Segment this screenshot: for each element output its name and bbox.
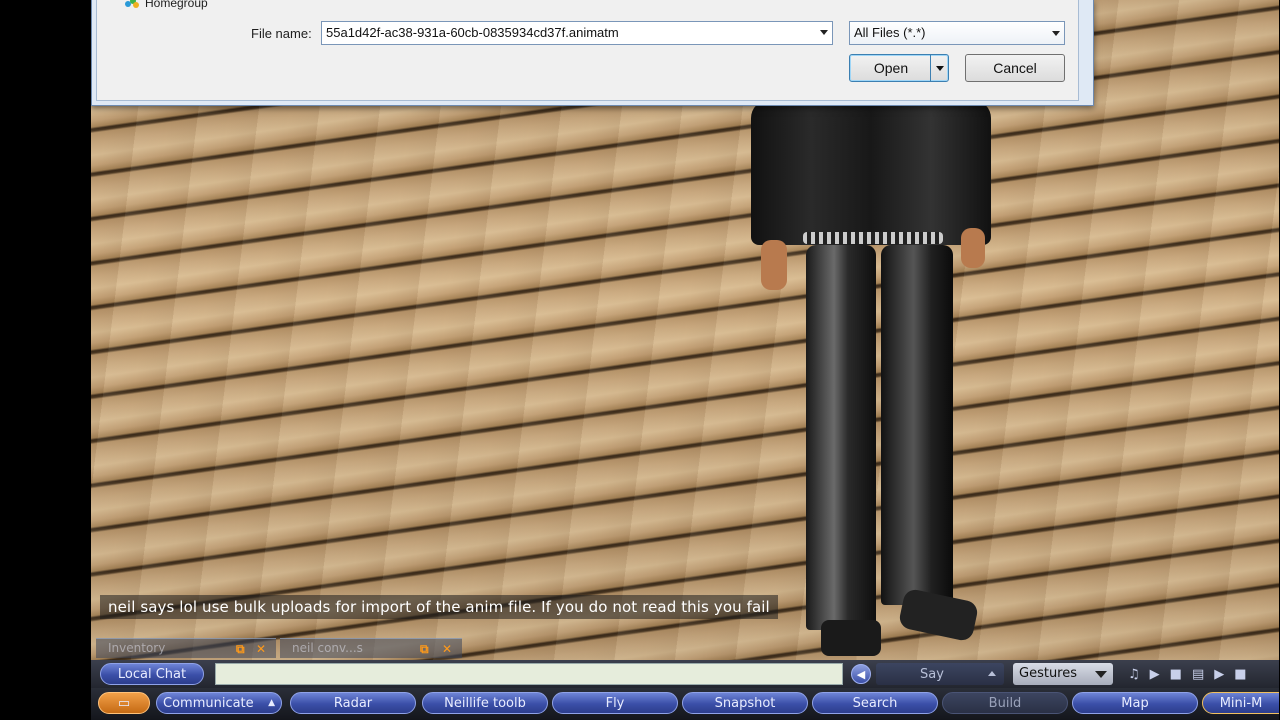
cancel-button[interactable]: Cancel	[965, 54, 1065, 82]
dialog-body: Homegroup File name: 55a1d42f-ac38-931a-…	[96, 0, 1079, 101]
history-arrow-icon[interactable]: ◀	[851, 664, 871, 684]
file-type-value: All Files (*.*)	[854, 25, 926, 40]
avatar-left-leg	[806, 245, 876, 630]
media-controls: ♫ ▶ ■ ▤ ▶ ■	[1128, 662, 1247, 686]
radar-button[interactable]: Radar	[290, 692, 416, 714]
file-type-select[interactable]: All Files (*.*)	[849, 21, 1065, 45]
restore-icon[interactable]: ⧉	[420, 642, 429, 657]
nav-item-homegroup[interactable]: Homegroup	[125, 0, 208, 10]
avatar-jacket	[751, 100, 991, 245]
gestures-dropdown[interactable]: Gestures	[1013, 663, 1113, 685]
search-button[interactable]: Search	[812, 692, 938, 714]
gestures-label: Gestures	[1019, 666, 1078, 681]
avatar-belt	[803, 232, 943, 244]
chevron-down-icon	[935, 65, 944, 71]
open-split-dropdown[interactable]	[930, 55, 948, 81]
chevron-down-icon[interactable]	[820, 30, 828, 35]
chat-bubble-icon: ▭	[117, 695, 131, 711]
communicate-label: Communicate	[163, 695, 254, 711]
communicate-button[interactable]: Communicate ▲	[156, 692, 282, 714]
avatar-left-shoe	[821, 620, 881, 656]
close-icon[interactable]: ✕	[442, 642, 452, 656]
map-button[interactable]: Map	[1072, 692, 1198, 714]
left-letterbox	[0, 0, 91, 720]
restore-icon[interactable]: ⧉	[236, 642, 245, 657]
chat-toggle-button[interactable]: ▭	[98, 692, 150, 714]
stop-icon[interactable]: ■	[1234, 667, 1246, 682]
avatar-right-leg	[881, 245, 953, 605]
chevron-down-icon	[1052, 31, 1060, 36]
file-name-value: 55a1d42f-ac38-931a-60cb-0835934cd37f.ani…	[326, 25, 619, 40]
media-icon[interactable]: ▤	[1192, 667, 1204, 682]
chat-message: neil says lol use bulk uploads for impor…	[100, 595, 778, 619]
open-button[interactable]: Open	[849, 54, 949, 82]
homegroup-icon	[125, 0, 139, 8]
neillife-toolbar-button[interactable]: Neillife toolb	[422, 692, 548, 714]
build-button[interactable]: Build	[942, 692, 1068, 714]
chevron-down-icon	[1095, 671, 1107, 678]
minimized-inventory-floater[interactable]: Inventory ⧉ ✕	[96, 638, 276, 658]
file-name-input[interactable]: 55a1d42f-ac38-931a-60cb-0835934cd37f.ani…	[321, 21, 833, 45]
fly-button[interactable]: Fly	[552, 692, 678, 714]
open-button-label: Open	[873, 60, 909, 76]
avatar-left-hand	[761, 240, 787, 290]
floater-title: neil conv...s	[292, 641, 363, 655]
music-icon[interactable]: ♫	[1128, 667, 1140, 682]
homegroup-label: Homegroup	[145, 0, 208, 10]
chevron-up-icon	[988, 671, 996, 676]
avatar-right-hand	[961, 228, 985, 268]
say-button[interactable]: Say	[876, 663, 1004, 685]
chat-input[interactable]	[215, 663, 843, 685]
play-icon[interactable]: ▶	[1214, 667, 1224, 682]
chevron-up-icon[interactable]: ▲	[268, 698, 275, 708]
snapshot-button[interactable]: Snapshot	[682, 692, 808, 714]
avatar-right-shoe	[897, 587, 980, 643]
minimized-conversation-floater[interactable]: neil conv...s ⧉ ✕	[280, 638, 462, 658]
avatar[interactable]	[751, 100, 1011, 660]
file-name-label: File name:	[251, 26, 312, 41]
close-icon[interactable]: ✕	[256, 642, 266, 656]
open-file-dialog: Homegroup File name: 55a1d42f-ac38-931a-…	[91, 0, 1094, 106]
local-chat-button[interactable]: Local Chat	[100, 663, 204, 685]
minimap-button[interactable]: Mini-M	[1202, 692, 1280, 714]
play-icon[interactable]: ▶	[1150, 667, 1160, 682]
say-label: Say	[920, 666, 944, 682]
stop-icon[interactable]: ■	[1170, 667, 1182, 682]
floater-title: Inventory	[108, 641, 166, 655]
